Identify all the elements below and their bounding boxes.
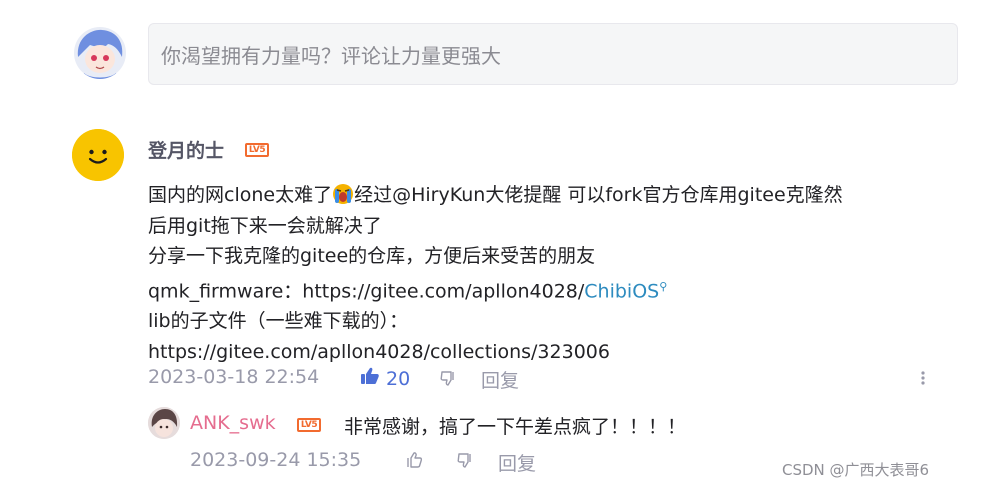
comment-line: lib的子文件（一些难下载的）：: [148, 310, 409, 333]
like-button[interactable]: 20: [360, 366, 410, 391]
level-badge: LV5: [245, 143, 269, 157]
comment-input[interactable]: 你渴望拥有力量吗？评论让力量更强大: [148, 23, 958, 85]
reply-time: 2023-09-24 15:35: [190, 449, 362, 471]
more-icon[interactable]: [918, 368, 928, 388]
like-count: 20: [386, 367, 411, 390]
comment-username[interactable]: 登月的士: [148, 136, 224, 163]
comment-content: 国内的网clone太难了 经过@HiryKun大佬提醒 可以fork官方仓库用gi…: [148, 180, 958, 367]
comment-line: qmk_firmware：https://gitee.com/apllon402…: [148, 272, 958, 307]
reply-username[interactable]: ANK_swk: [190, 412, 276, 434]
comment-text: 经过@HiryKun大佬提醒 可以fork官方仓库用gitee克隆然: [354, 184, 843, 206]
level-badge: LV5: [297, 418, 321, 432]
reply-content: 非常感谢，搞了一下午差点疯了！！！！: [344, 416, 687, 438]
thumbs-up-icon: [360, 366, 380, 391]
chibios-link[interactable]: ChibiOS: [584, 280, 659, 302]
commenter-avatar[interactable]: [72, 129, 124, 181]
reply-button[interactable]: 回复: [481, 366, 519, 393]
comment-text: 国内的网clone太难了: [148, 184, 333, 206]
comment-line: 后用git拖下来一会就解决了: [148, 214, 382, 237]
comment-line: 国内的网clone太难了 经过@HiryKun大佬提醒 可以fork官方仓库用gi…: [148, 180, 958, 211]
reply-reply-button[interactable]: 回复: [498, 449, 536, 476]
comment-input-placeholder: 你渴望拥有力量吗？评论让力量更强大: [161, 43, 501, 68]
crying-emoji-icon: [332, 183, 354, 205]
thumbs-up-icon[interactable]: [405, 451, 423, 473]
comment-time: 2023-03-18 22:54: [148, 366, 320, 388]
comment-text: qmk_firmware：https://gitee.com/apllon402…: [148, 279, 585, 302]
watermark: CSDN @广西大表哥6: [782, 461, 930, 479]
search-icon[interactable]: ⚲: [659, 280, 667, 293]
comment-line: https://gitee.com/apllon4028/collections…: [148, 340, 610, 363]
thumbs-down-icon[interactable]: [439, 369, 457, 391]
comment-line: 分享一下我克隆的gitee的仓库，方便后来受苦的朋友: [148, 245, 596, 267]
reply-user-avatar[interactable]: [148, 407, 180, 439]
thumbs-down-icon[interactable]: [456, 451, 474, 473]
current-user-avatar[interactable]: [74, 27, 126, 79]
